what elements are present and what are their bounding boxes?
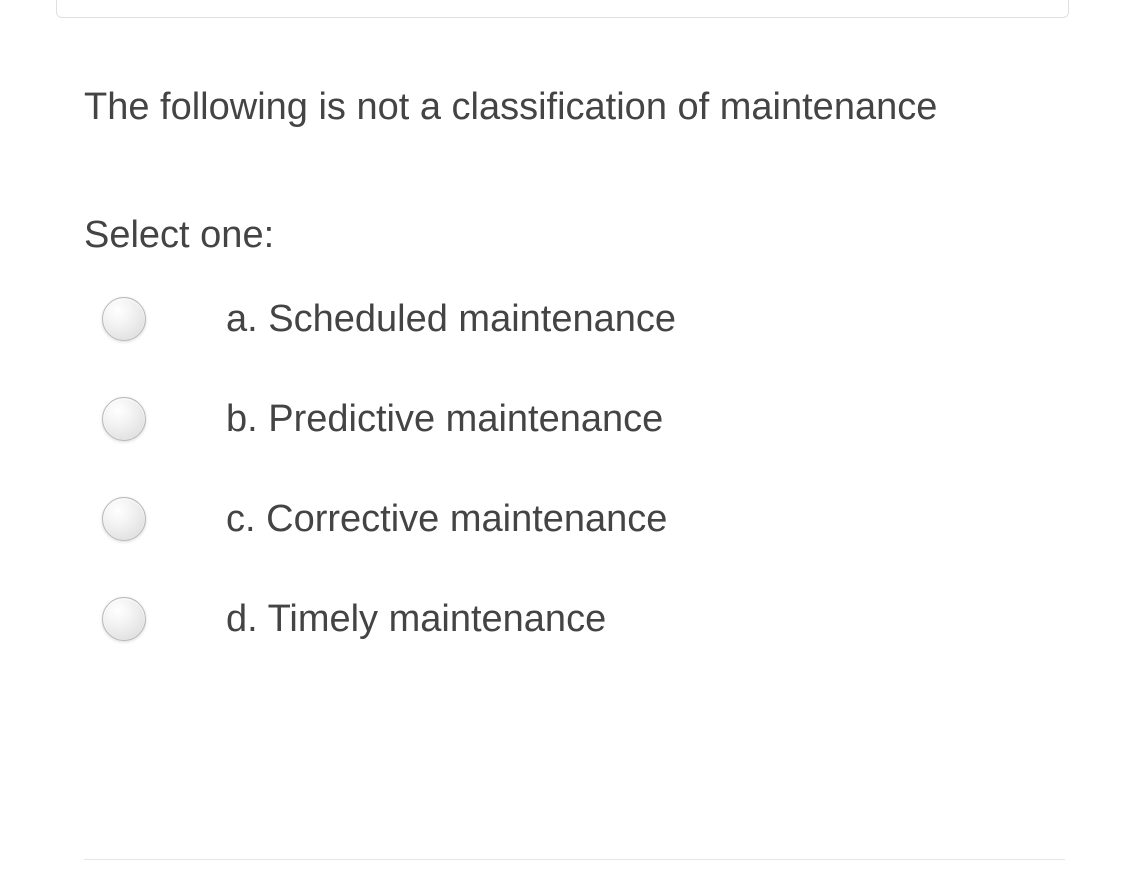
option-b-text: Predictive maintenance: [268, 398, 663, 440]
option-b[interactable]: b. Predictive maintenance: [102, 397, 1065, 441]
option-a-text: Scheduled maintenance: [268, 298, 676, 340]
panel-top-border: [56, 0, 1069, 18]
option-d-text: Timely maintenance: [268, 598, 607, 640]
radio-a[interactable]: [102, 297, 146, 341]
radio-b[interactable]: [102, 397, 146, 441]
option-d-letter: d.: [226, 598, 258, 640]
options-list: a. Scheduled maintenance b. Predictive m…: [84, 297, 1065, 641]
option-a-letter: a.: [226, 298, 258, 340]
radio-c[interactable]: [102, 497, 146, 541]
question-container: The following is not a classification of…: [84, 70, 1065, 641]
option-a[interactable]: a. Scheduled maintenance: [102, 297, 1065, 341]
panel-bottom-border: [84, 859, 1065, 860]
option-d-label: d. Timely maintenance: [226, 598, 606, 641]
option-d[interactable]: d. Timely maintenance: [102, 597, 1065, 641]
option-b-letter: b.: [226, 398, 258, 440]
radio-d[interactable]: [102, 597, 146, 641]
option-a-label: a. Scheduled maintenance: [226, 298, 676, 341]
option-c[interactable]: c. Corrective maintenance: [102, 497, 1065, 541]
option-c-letter: c.: [226, 498, 256, 540]
select-prompt: Select one:: [84, 214, 1065, 257]
option-c-label: c. Corrective maintenance: [226, 498, 667, 541]
option-b-label: b. Predictive maintenance: [226, 398, 663, 441]
question-text: The following is not a classification of…: [84, 70, 1065, 144]
option-c-text: Corrective maintenance: [266, 498, 667, 540]
